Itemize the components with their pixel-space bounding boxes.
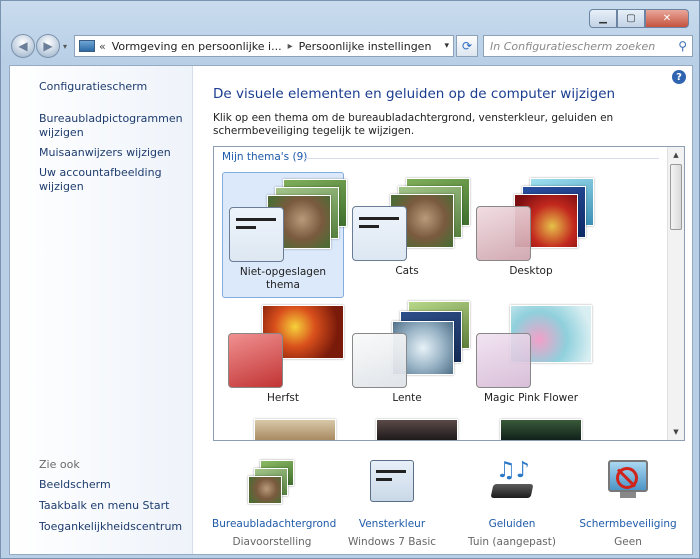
window-color-swatch xyxy=(476,206,531,261)
address-dropdown-icon[interactable]: ▾ xyxy=(444,41,449,51)
theme-label: Desktop xyxy=(509,265,553,277)
change-desktop-icons-link[interactable]: Bureaubladpictogrammen wijzigen xyxy=(39,112,183,140)
theme-tile-lente[interactable]: Lente xyxy=(346,299,470,425)
change-account-picture-link[interactable]: Uw accountafbeelding wijzigen xyxy=(39,166,191,194)
scroll-down-icon[interactable]: ▼ xyxy=(668,424,684,440)
page-title: De visuele elementen en geluiden op de c… xyxy=(213,86,616,102)
breadcrumb-separator-icon: ▸ xyxy=(287,40,293,52)
desktop-background-setting[interactable]: Bureaubladachtergrond Diavoorstelling xyxy=(212,452,337,548)
desktop-background-label: Bureaubladachtergrond xyxy=(212,518,337,530)
back-button[interactable]: ◀ xyxy=(11,34,35,58)
display-link[interactable]: Beeldscherm xyxy=(39,478,111,492)
search-placeholder: In Configuratiescherm zoeken xyxy=(490,39,656,53)
theme-tile-herfst[interactable]: Herfst xyxy=(222,299,344,425)
screen-saver-label: Schermbeveiliging xyxy=(579,518,677,530)
theme-label: Niet-opgeslagen thema xyxy=(239,266,327,291)
breadcrumb-item-personalization[interactable]: Persoonlijke instellingen xyxy=(299,40,432,53)
desktop-background-value: Diavoorstelling xyxy=(232,536,312,548)
recent-pages-dropdown[interactable]: ▾ xyxy=(63,42,67,51)
window-color-label: Vensterkleur xyxy=(358,518,426,530)
caption-buttons: ▁ ▢ ✕ xyxy=(589,9,689,28)
window-color-swatch xyxy=(352,333,407,388)
scrollbar-thumb[interactable] xyxy=(670,164,682,230)
swatch-line xyxy=(236,218,276,221)
screen-saver-value: Geen xyxy=(614,536,642,548)
control-panel-icon xyxy=(79,40,95,52)
breadcrumb-item-appearance[interactable]: Vormgeving en persoonlijke i... xyxy=(112,40,282,53)
search-icon[interactable]: ⚲ xyxy=(678,39,687,53)
sounds-setting[interactable]: ♫♪ Geluiden Tuin (aangepast) xyxy=(452,452,572,548)
maximize-button[interactable]: ▢ xyxy=(617,9,645,28)
swatch-line xyxy=(359,225,379,228)
theme-group-header[interactable]: Mijn thema's (9) xyxy=(222,151,307,163)
wallpaper-icon xyxy=(248,458,296,506)
screen-saver-setting[interactable]: Schermbeveiliging Geen xyxy=(568,452,688,548)
window-frame: ▁ ▢ ✕ ◀ ▶ ▾ « Vormgeving en persoonlijke… xyxy=(0,0,700,559)
theme-list: Mijn thema's (9) Niet-opgeslagen thema C… xyxy=(213,146,685,441)
group-divider xyxy=(304,158,659,159)
help-icon[interactable]: ? xyxy=(672,70,686,84)
window-color-swatch xyxy=(229,207,284,262)
theme-tile-cats[interactable]: Cats xyxy=(346,172,470,298)
see-also-heading: Zie ook xyxy=(39,458,80,471)
theme-tile-magic-pink-flower[interactable]: Magic Pink Flower xyxy=(470,299,592,425)
sounds-label: Geluiden xyxy=(488,518,536,530)
task-pane: Configuratiescherm Bureaubladpictogramme… xyxy=(10,66,193,554)
title-bar: ▁ ▢ ✕ xyxy=(1,1,699,31)
screensaver-icon xyxy=(604,458,652,506)
window-color-swatch xyxy=(352,206,407,261)
swatch-line xyxy=(236,226,256,229)
window-color-swatch xyxy=(476,333,531,388)
theme-tile-desktop[interactable]: Desktop xyxy=(470,172,594,298)
ease-of-access-link[interactable]: Toegankelijkheidscentrum xyxy=(39,520,182,534)
sounds-value: Tuin (aangepast) xyxy=(468,536,556,548)
navigation-bar: ◀ ▶ ▾ « Vormgeving en persoonlijke i... … xyxy=(11,34,693,58)
theme-label: Lente xyxy=(392,392,422,404)
minimize-button[interactable]: ▁ xyxy=(589,9,617,28)
window-color-swatch xyxy=(228,333,283,388)
theme-label: Magic Pink Flower xyxy=(483,392,579,404)
theme-tile-partial[interactable] xyxy=(376,419,458,440)
main-pane: ? De visuele elementen en geluiden op de… xyxy=(194,66,692,554)
theme-tile-partial[interactable] xyxy=(500,419,582,440)
address-bar[interactable]: « Vormgeving en persoonlijke i... ▸ Pers… xyxy=(74,35,454,57)
forward-button[interactable]: ▶ xyxy=(36,34,60,58)
theme-label: Herfst xyxy=(267,392,299,404)
theme-tile-unsaved[interactable]: Niet-opgeslagen thema xyxy=(222,172,347,298)
window-color-value: Windows 7 Basic xyxy=(347,536,437,548)
scroll-up-icon[interactable]: ▲ xyxy=(668,147,684,163)
swatch-line xyxy=(359,217,399,220)
close-button[interactable]: ✕ xyxy=(645,9,689,28)
change-mouse-pointers-link[interactable]: Muisaanwijzers wijzigen xyxy=(39,146,171,160)
breadcrumb-overflow[interactable]: « xyxy=(99,40,106,53)
search-input[interactable]: In Configuratiescherm zoeken ⚲ xyxy=(483,35,693,57)
content-area: Configuratiescherm Bureaubladpictogramme… xyxy=(9,65,693,555)
taskbar-start-menu-link[interactable]: Taakbalk en menu Start xyxy=(39,499,169,513)
control-panel-home-link[interactable]: Configuratiescherm xyxy=(39,80,147,94)
page-description: Klik op een thema om de bureaubladachter… xyxy=(213,112,614,137)
window-color-setting[interactable]: Vensterkleur Windows 7 Basic xyxy=(332,452,452,548)
sounds-icon: ♫♪ xyxy=(488,458,536,506)
theme-label: Cats xyxy=(395,265,419,277)
theme-tile-partial[interactable] xyxy=(254,419,336,440)
theme-list-scrollbar[interactable]: ▲ ▼ xyxy=(667,147,684,440)
refresh-button[interactable]: ⟳ xyxy=(456,35,478,57)
window-color-icon xyxy=(368,458,416,506)
theme-settings-bar: Bureaubladachtergrond Diavoorstelling Ve… xyxy=(194,452,692,552)
